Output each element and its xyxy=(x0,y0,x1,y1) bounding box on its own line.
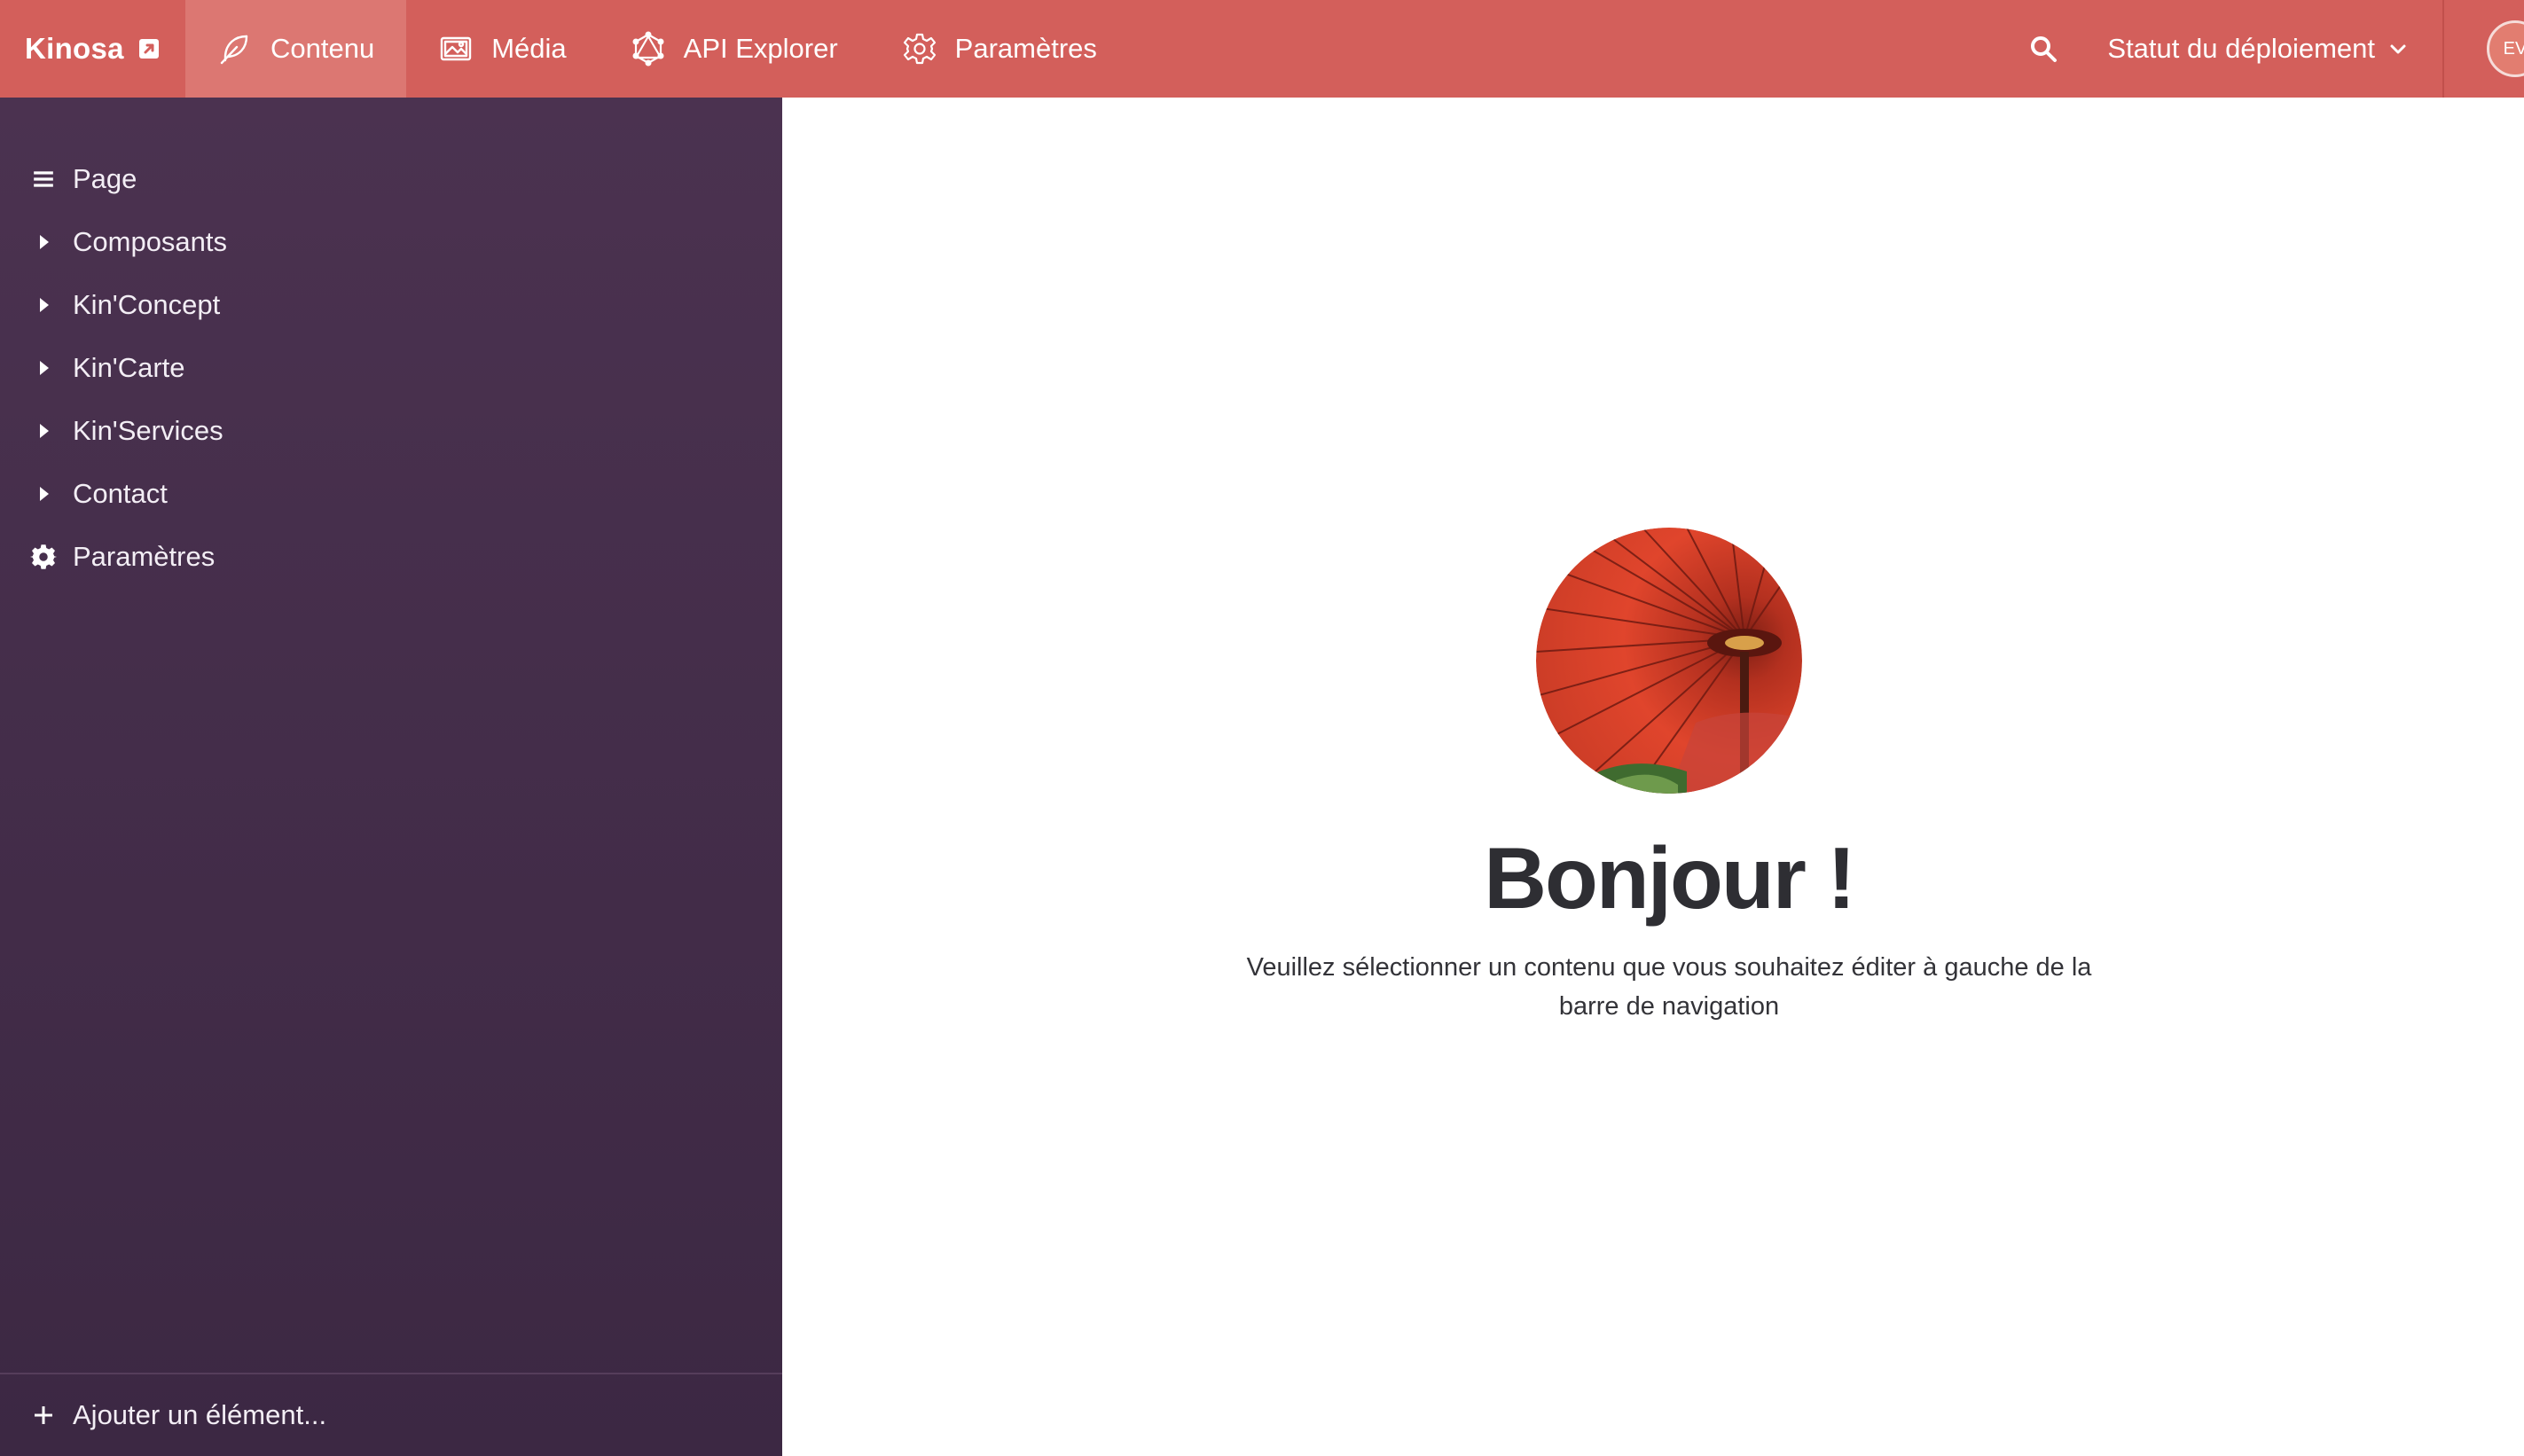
top-navigation-bar: Kinosa Contenu Média API Explorer Paramè… xyxy=(0,0,2524,98)
sidebar-item-parametres[interactable]: Paramètres xyxy=(0,525,782,588)
sidebar-item-label: Contact xyxy=(73,477,168,509)
sidebar-item-label: Kin'Services xyxy=(73,414,223,446)
sidebar-item-kin-carte[interactable]: Kin'Carte xyxy=(0,336,782,399)
gear-icon xyxy=(903,33,936,65)
brand[interactable]: Kinosa xyxy=(0,0,185,98)
add-element-label: Ajouter un élément... xyxy=(73,1399,327,1430)
caret-right-icon[interactable] xyxy=(28,416,59,446)
gear-icon xyxy=(28,542,59,572)
sidebar: Page Composants Kin'Concept Kin'Carte Ki… xyxy=(0,98,782,1456)
tab-media[interactable]: Média xyxy=(406,0,598,98)
sidebar-item-kin-concept[interactable]: Kin'Concept xyxy=(0,273,782,336)
sidebar-item-label: Kin'Concept xyxy=(73,288,221,320)
sidebar-item-composants[interactable]: Composants xyxy=(0,210,782,273)
menu-icon xyxy=(28,164,59,194)
umbrella-image xyxy=(1536,528,1802,794)
search-icon xyxy=(2031,36,2058,62)
deployment-status-dropdown[interactable]: Statut du déploiement xyxy=(2088,0,2444,98)
sidebar-tree: Page Composants Kin'Concept Kin'Carte Ki… xyxy=(0,98,782,588)
brand-name[interactable]: Kinosa xyxy=(25,32,124,66)
page-title: Bonjour ! xyxy=(1484,829,1855,927)
sidebar-item-page[interactable]: Page xyxy=(0,147,782,210)
sidebar-item-kin-services[interactable]: Kin'Services xyxy=(0,399,782,462)
search-button[interactable] xyxy=(1999,0,2088,98)
image-icon xyxy=(441,36,472,61)
tab-parametres[interactable]: Paramètres xyxy=(870,0,1129,98)
caret-right-icon[interactable] xyxy=(28,479,59,509)
main-content: Bonjour ! Veuillez sélectionner un conte… xyxy=(782,98,2524,1456)
tab-label: Contenu xyxy=(270,33,375,64)
sidebar-item-label: Kin'Carte xyxy=(73,351,185,383)
chevron-down-icon xyxy=(2390,44,2406,54)
add-element-button[interactable]: Ajouter un élément... xyxy=(0,1373,782,1456)
plus-icon xyxy=(28,1400,59,1430)
sidebar-item-label: Paramètres xyxy=(73,540,216,572)
tab-api-explorer[interactable]: API Explorer xyxy=(599,0,870,98)
deployment-status-label: Statut du déploiement xyxy=(2107,33,2375,64)
tab-label: Média xyxy=(491,33,567,64)
tab-label: API Explorer xyxy=(683,33,838,64)
welcome-panel: Bonjour ! Veuillez sélectionner un conte… xyxy=(1226,528,2112,1026)
external-link-icon[interactable] xyxy=(138,38,160,59)
caret-right-icon[interactable] xyxy=(28,290,59,320)
feather-icon xyxy=(220,35,248,65)
sidebar-item-label: Composants xyxy=(73,225,228,257)
tab-label: Paramètres xyxy=(954,33,1097,64)
graphql-icon xyxy=(632,31,664,67)
sidebar-item-label: Page xyxy=(73,162,137,194)
sidebar-item-contact[interactable]: Contact xyxy=(0,462,782,525)
avatar-container: EV xyxy=(2444,0,2524,98)
welcome-description: Veuillez sélectionner un contenu que vou… xyxy=(1246,952,2092,1021)
caret-right-icon[interactable] xyxy=(28,227,59,257)
tab-contenu[interactable]: Contenu xyxy=(185,0,407,98)
avatar[interactable]: EV xyxy=(2487,20,2524,77)
top-right-controls: Statut du déploiement EV xyxy=(1999,0,2524,98)
caret-right-icon[interactable] xyxy=(28,353,59,383)
